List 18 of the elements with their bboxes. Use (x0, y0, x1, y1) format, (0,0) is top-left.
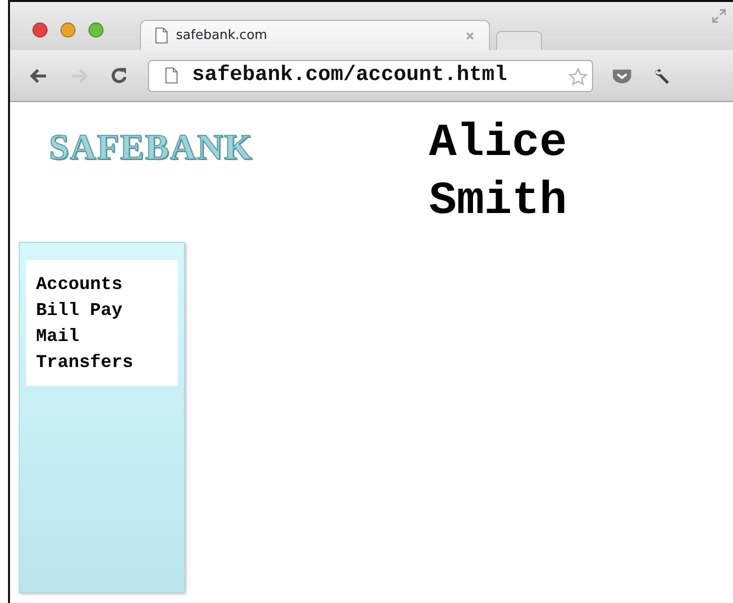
tab-title: safebank.com (176, 28, 268, 43)
nav-link[interactable]: Mail (36, 324, 80, 350)
close-tab-icon[interactable] (465, 30, 475, 40)
page-icon (165, 67, 178, 84)
fullscreen-icon[interactable] (711, 8, 727, 24)
user-name: Alice Smith (429, 116, 568, 229)
nav-link[interactable]: Transfers (36, 350, 134, 376)
logo: SAFEBANK (49, 126, 254, 169)
page-icon (155, 27, 168, 44)
maximize-window-icon[interactable] (88, 22, 104, 38)
close-window-icon[interactable] (32, 22, 48, 38)
nav-link[interactable]: Accounts (36, 272, 122, 298)
url-text: safebank.com/account.html (192, 64, 508, 87)
address-bar[interactable]: safebank.com/account.html (148, 60, 593, 92)
star-icon[interactable] (568, 66, 588, 86)
minimize-window-icon[interactable] (60, 22, 76, 38)
browser-tab[interactable]: safebank.com (140, 20, 490, 50)
nav-link[interactable]: Bill Pay (36, 298, 122, 324)
